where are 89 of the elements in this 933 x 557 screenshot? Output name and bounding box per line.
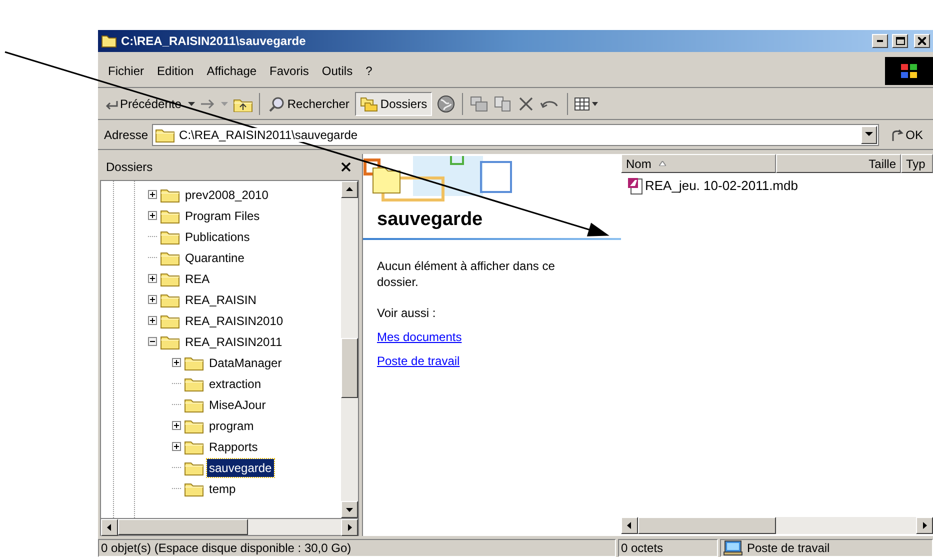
status-text: 0 objet(s) (Espace disque disponible : 30,0 Go) xyxy=(101,540,352,557)
tree-item[interactable]: DataManager xyxy=(207,354,284,372)
scroll-right-button[interactable] xyxy=(916,517,933,534)
window-title: C:\REA_RAISIN2011\sauvegarde xyxy=(121,33,307,50)
expand-icon[interactable] xyxy=(172,421,181,430)
computer-icon xyxy=(723,540,743,556)
scrollbar-thumb[interactable] xyxy=(118,519,248,535)
tree-item[interactable]: REA_RAISIN xyxy=(183,290,258,308)
move-to-icon[interactable] xyxy=(469,94,490,112)
tree-item[interactable]: extraction xyxy=(207,374,264,392)
tree-item[interactable]: Quarantine xyxy=(183,248,246,266)
minimize-icon xyxy=(877,40,883,42)
scroll-up-button[interactable] xyxy=(341,181,358,198)
tree-item[interactable]: Rapports xyxy=(207,438,260,456)
close-icon xyxy=(918,37,926,45)
search-button[interactable]: Rechercher xyxy=(266,94,352,112)
back-button[interactable]: Précédente xyxy=(102,94,184,112)
tree-item[interactable]: temp xyxy=(207,480,238,498)
tree-item[interactable]: REA_RAISIN2011 xyxy=(183,332,284,350)
scroll-right-button[interactable] xyxy=(341,519,358,536)
tree-item[interactable]: Publications xyxy=(183,228,252,246)
tree-item[interactable]: program xyxy=(207,416,256,434)
expand-icon[interactable] xyxy=(148,190,157,199)
status-text: Poste de travail xyxy=(747,540,830,557)
menu-item[interactable]: ? xyxy=(360,60,378,82)
folders-icon xyxy=(360,96,378,112)
maximize-icon xyxy=(896,37,904,45)
folders-button[interactable]: Dossiers xyxy=(355,92,432,116)
scrollbar-thumb[interactable] xyxy=(638,517,776,534)
database-file-icon xyxy=(627,177,643,195)
empty-folder-message: Aucun élément à afficher dans ce dossier. xyxy=(376,258,556,290)
expand-icon[interactable] xyxy=(148,316,157,325)
scrollbar-thumb[interactable] xyxy=(341,338,358,398)
scroll-down-arrow-icon xyxy=(346,506,353,513)
folder-icon xyxy=(101,33,117,49)
maximize-button[interactable] xyxy=(892,34,908,48)
vertical-scrollbar[interactable] xyxy=(341,181,358,518)
horizontal-scrollbar[interactable] xyxy=(100,519,359,536)
go-button[interactable]: OK xyxy=(882,126,929,144)
pane-title: Dossiers xyxy=(106,159,153,176)
windows-flag-icon xyxy=(900,62,918,78)
expand-icon[interactable] xyxy=(172,442,181,451)
expand-icon[interactable] xyxy=(172,358,181,367)
address-label: Adresse xyxy=(104,126,148,144)
menu-item[interactable]: Fichier xyxy=(102,60,150,82)
scroll-left-arrow-icon xyxy=(106,524,113,531)
link[interactable]: Mes documents xyxy=(377,330,462,344)
close-icon xyxy=(341,162,351,172)
tree-item[interactable]: REA xyxy=(183,270,212,288)
address-field[interactable]: C:\REA_RAISIN2011\sauvegarde xyxy=(152,124,879,146)
file-name[interactable]: REA_jeu. 10-02-2011.mdb xyxy=(645,176,798,196)
horizontal-scrollbar[interactable] xyxy=(621,517,933,534)
dropdown-caret-icon[interactable] xyxy=(864,132,873,137)
scroll-left-button[interactable] xyxy=(101,519,118,536)
search-icon xyxy=(268,96,286,112)
column-header[interactable]: Nom xyxy=(621,154,776,173)
globe-icon[interactable] xyxy=(436,94,456,114)
scroll-left-button[interactable] xyxy=(621,517,638,534)
column-header[interactable]: Taille xyxy=(776,154,901,173)
menu-item[interactable]: Favoris xyxy=(264,60,315,82)
tree-item[interactable]: prev2008_2010 xyxy=(183,186,270,204)
minimize-button[interactable] xyxy=(872,34,888,48)
caret-icon[interactable] xyxy=(187,100,196,106)
expand-icon[interactable] xyxy=(148,295,157,304)
delete-icon[interactable] xyxy=(517,94,536,112)
see-also-label: Voir aussi : xyxy=(376,304,437,322)
collapse-icon[interactable] xyxy=(148,337,157,346)
close-button[interactable] xyxy=(914,34,930,48)
scroll-right-arrow-icon xyxy=(346,524,353,531)
menu-item[interactable]: Outils xyxy=(316,60,359,82)
scroll-down-button[interactable] xyxy=(341,501,358,518)
column-header[interactable]: Typ xyxy=(901,154,933,173)
scroll-right-arrow-icon xyxy=(921,522,928,529)
status-text: 0 octets xyxy=(621,540,664,557)
views-icon[interactable] xyxy=(574,96,600,112)
tree-item[interactable]: MiseAJour xyxy=(207,396,268,414)
menu-item[interactable]: Edition xyxy=(151,60,200,82)
expand-icon[interactable] xyxy=(148,274,157,283)
expand-icon[interactable] xyxy=(148,211,157,220)
tree-item[interactable]: REA_RAISIN2010 xyxy=(183,312,286,330)
scroll-up-arrow-icon xyxy=(346,186,353,193)
folder-heading: sauvegarde xyxy=(376,208,484,232)
copy-to-icon[interactable] xyxy=(493,94,514,112)
close-pane-button[interactable] xyxy=(339,160,353,174)
link[interactable]: Poste de travail xyxy=(377,354,460,368)
scroll-left-arrow-icon xyxy=(626,522,633,529)
menu-item[interactable]: Affichage xyxy=(200,60,263,82)
tree-item[interactable]: Program Files xyxy=(183,206,262,224)
tree-item[interactable]: sauvegarde xyxy=(207,458,274,476)
